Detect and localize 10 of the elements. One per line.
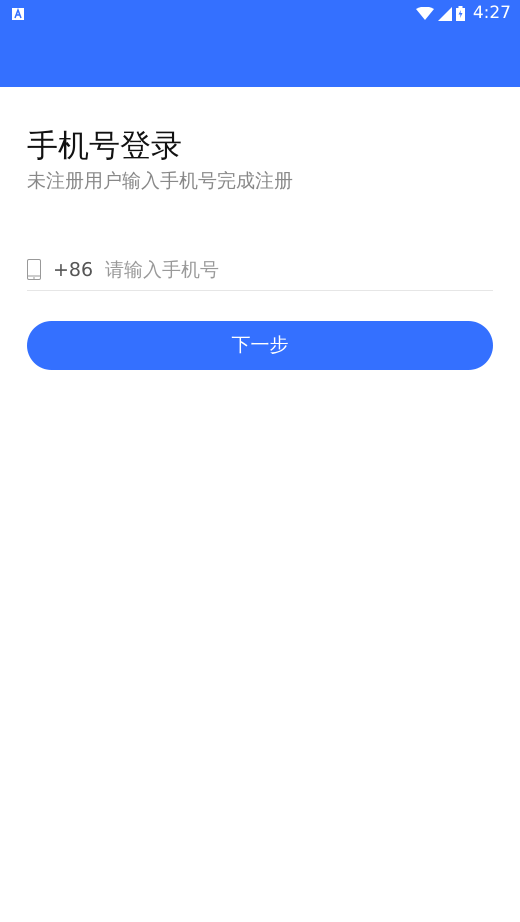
page-title: 手机号登录 — [27, 128, 183, 166]
keyboard-icon — [12, 8, 24, 20]
country-code[interactable]: +86 — [53, 256, 94, 284]
status-time: 4:27 — [472, 2, 511, 25]
phone-icon — [27, 259, 41, 280]
battery-icon — [456, 6, 465, 21]
signal-icon — [438, 6, 452, 20]
page-subtitle: 未注册用户输入手机号完成注册 — [27, 169, 294, 194]
wifi-icon — [416, 7, 434, 20]
next-button[interactable]: 下一步 — [27, 321, 493, 370]
